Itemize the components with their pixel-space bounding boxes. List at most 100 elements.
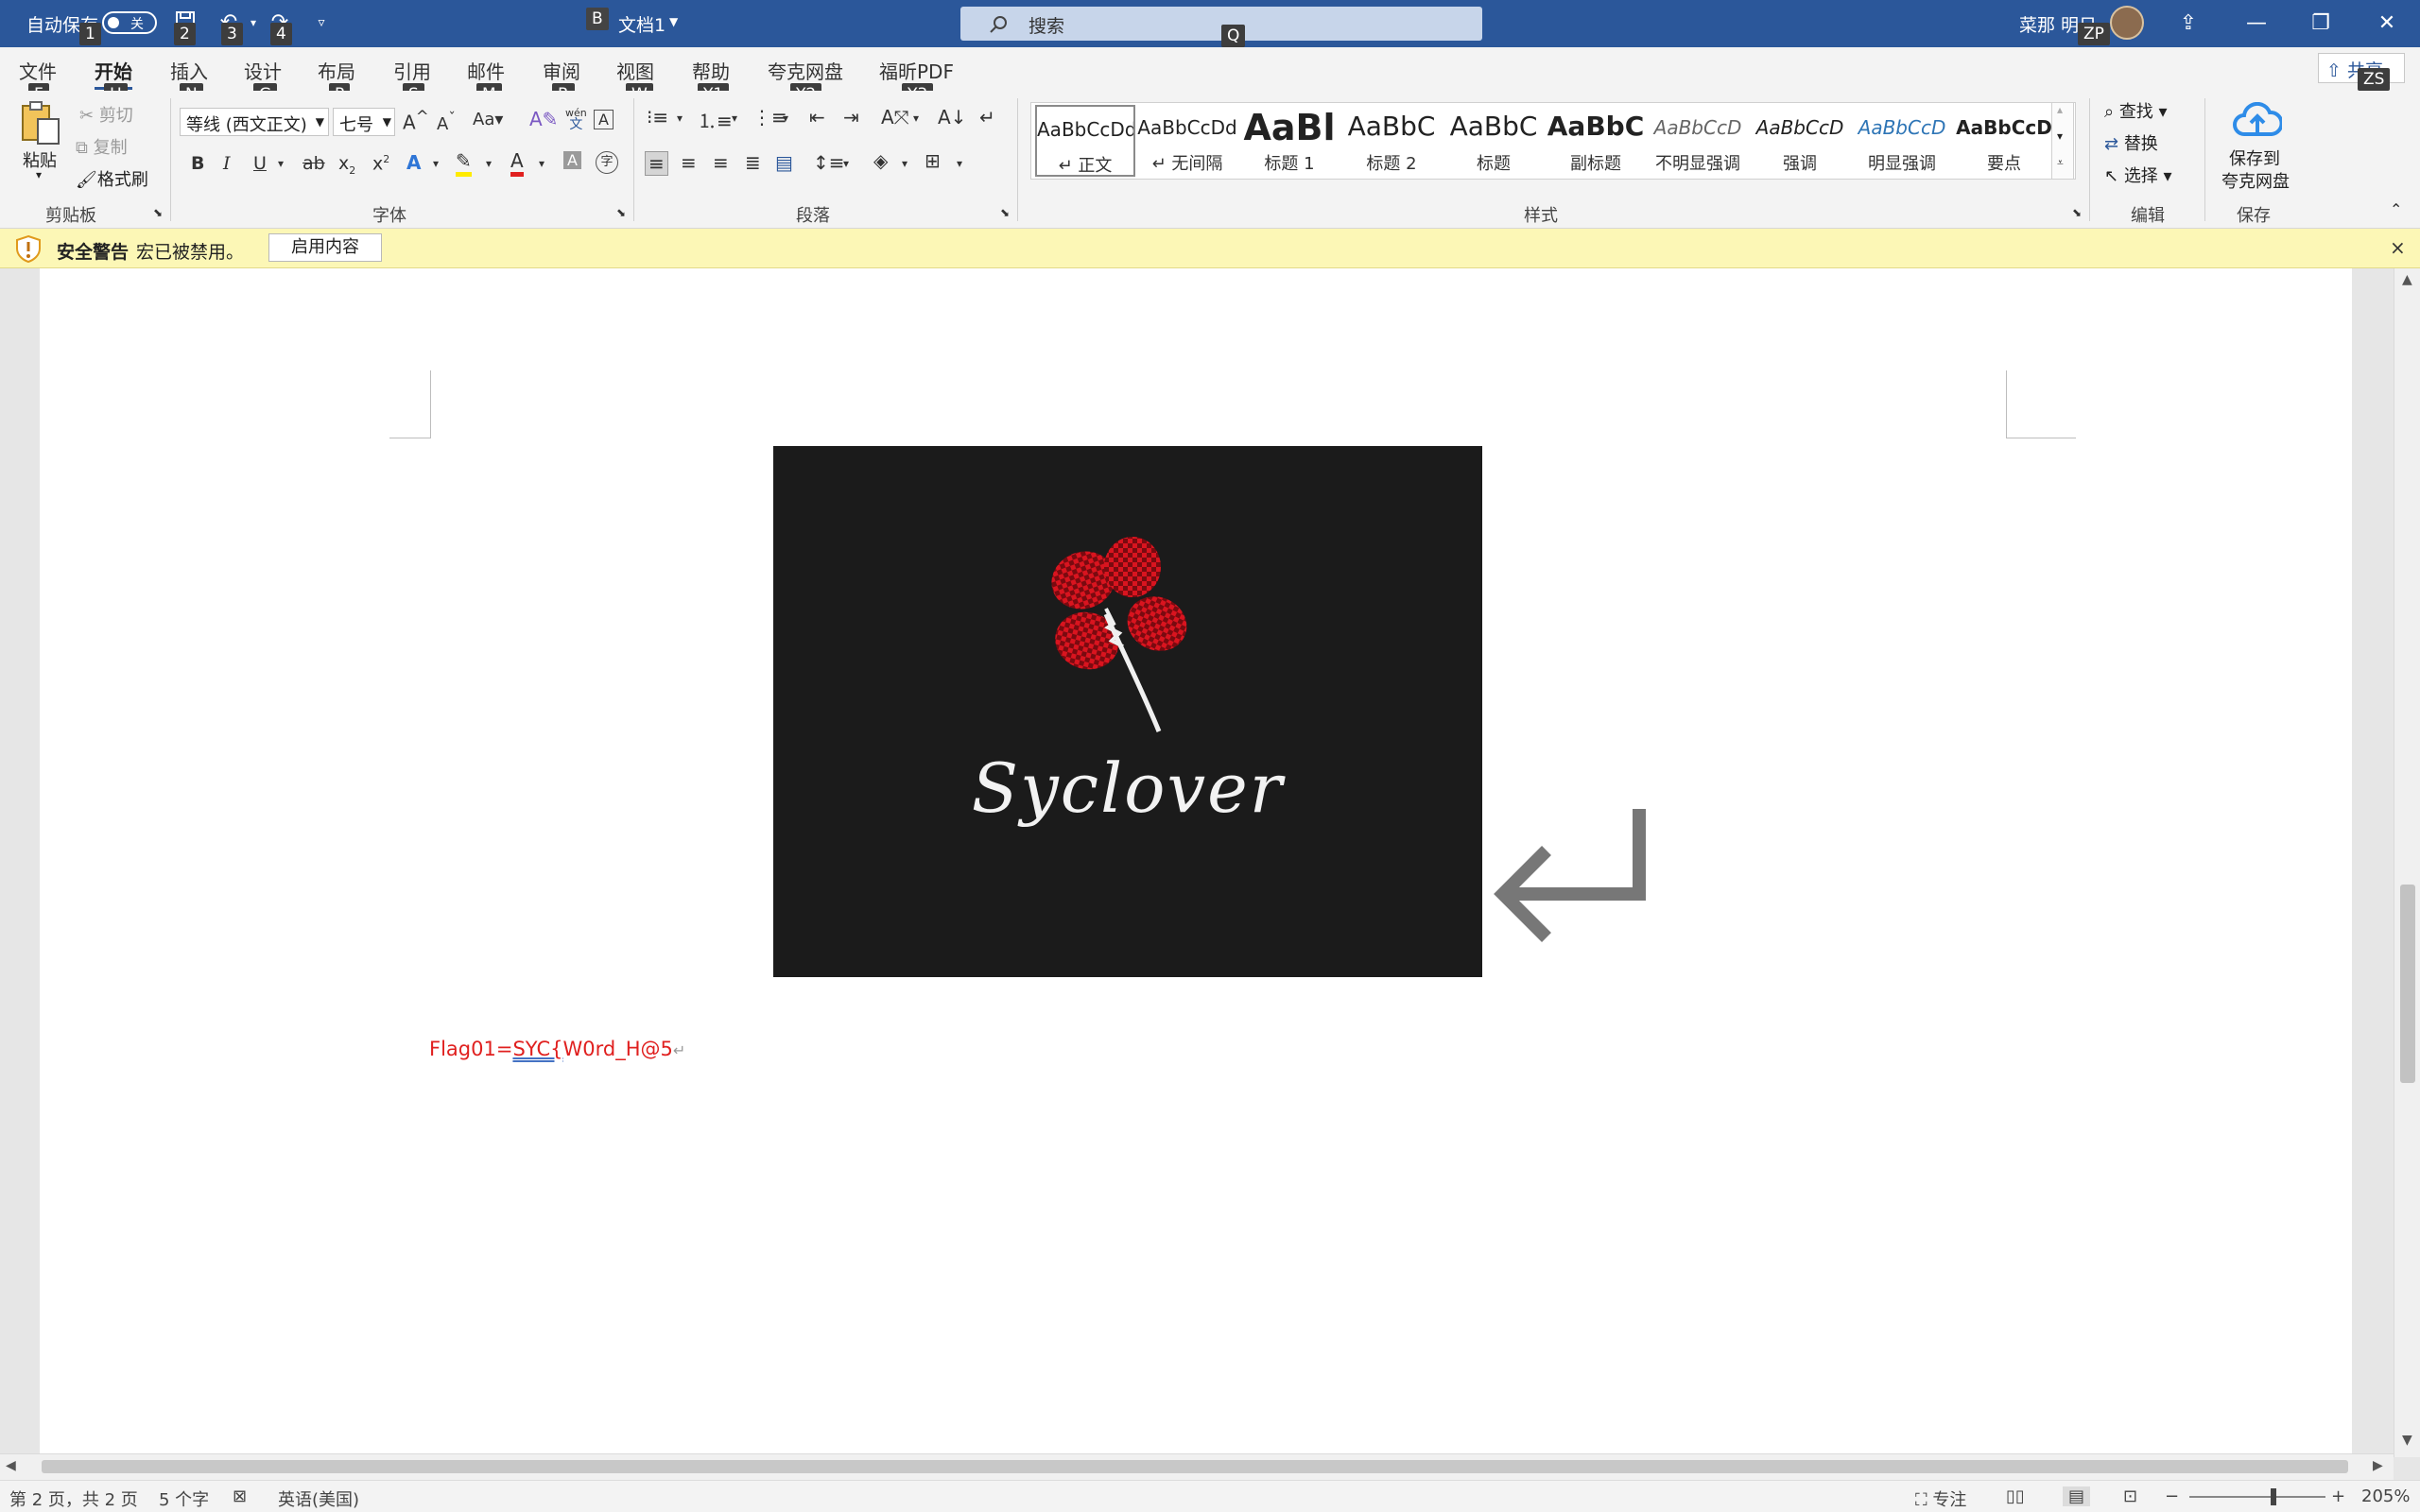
borders-dropdown-icon[interactable]: ▾ xyxy=(957,157,962,170)
bullets-dropdown-icon[interactable]: ▾ xyxy=(677,112,683,125)
italic-icon[interactable]: I xyxy=(223,153,231,174)
shading-icon[interactable]: ◈ xyxy=(873,149,888,172)
style-emphasis[interactable]: AaBbCcD 强调 xyxy=(1750,105,1850,177)
zoom-level[interactable]: 205% xyxy=(2361,1486,2410,1506)
minimize-icon[interactable]: — xyxy=(2223,0,2290,47)
tab-mailings[interactable]: 邮件 xyxy=(467,57,505,84)
style-subtitle[interactable]: AaBbC 副标题 xyxy=(1546,105,1646,177)
tab-references[interactable]: 引用 xyxy=(393,57,431,84)
bold-icon[interactable]: B xyxy=(191,153,204,174)
collapse-ribbon-icon[interactable]: ⌃ xyxy=(2390,200,2402,218)
web-layout-icon[interactable]: ⊡ xyxy=(2123,1486,2137,1506)
borders-icon[interactable]: ⊞ xyxy=(925,149,941,172)
font-size-combo[interactable]: 七号 ▼ xyxy=(333,108,395,136)
paste-icon[interactable] xyxy=(19,100,62,147)
text-effects-icon[interactable]: A xyxy=(406,151,421,174)
shading-dropdown-icon[interactable]: ▾ xyxy=(902,157,908,170)
syclover-logo-image[interactable]: Syclover xyxy=(773,446,1482,977)
font-color-icon[interactable]: A xyxy=(510,149,524,177)
avatar[interactable] xyxy=(2110,6,2144,40)
scroll-right-icon[interactable]: ▶ xyxy=(2373,1458,2383,1473)
page-count[interactable]: 第 2 页，共 2 页 xyxy=(9,1486,138,1511)
clipboard-launcher-icon[interactable]: ⬊ xyxy=(153,206,163,219)
style-strong[interactable]: AaBbCcD 要点 xyxy=(1954,105,2054,177)
replace-button[interactable]: ⇄ 替换 xyxy=(2104,130,2158,155)
document-page[interactable]: Syclover Flag01=SYC{W0rd_H@5↵ xyxy=(40,268,2352,1457)
font-name-combo[interactable]: 等线 (西文正文) ▼ xyxy=(180,108,329,136)
line-spacing-dropdown-icon[interactable]: ▾ xyxy=(843,157,849,170)
character-border-icon[interactable]: A xyxy=(594,110,614,129)
underline-dropdown-icon[interactable]: ▾ xyxy=(278,157,284,170)
undo-dropdown-icon[interactable]: ▾ xyxy=(240,9,267,36)
restore-icon[interactable]: ❐ xyxy=(2288,0,2354,47)
align-left-icon[interactable]: ≡ xyxy=(645,151,668,176)
styles-scroll-up-icon[interactable]: ▴ xyxy=(2057,103,2063,116)
customize-qat-icon[interactable]: ▿ xyxy=(308,9,335,36)
enclose-characters-icon[interactable]: 字 xyxy=(596,151,618,174)
increase-indent-icon[interactable]: ⇥ xyxy=(843,106,859,129)
vertical-scrollbar[interactable]: ▲ ▼ xyxy=(2394,268,2420,1457)
multilevel-dropdown-icon[interactable]: ▾ xyxy=(783,112,788,125)
show-marks-icon[interactable]: ↵ xyxy=(979,106,995,129)
find-button[interactable]: ⌕ 查找 ▾ xyxy=(2104,98,2168,123)
print-layout-icon[interactable]: ▤ xyxy=(2063,1486,2091,1506)
font-launcher-icon[interactable]: ⬊ xyxy=(616,206,626,219)
save-to-cloud-line2[interactable]: 夸克网盘 xyxy=(2221,168,2290,193)
autosave-toggle[interactable]: 关 xyxy=(102,11,157,34)
change-case-button[interactable]: Aa▾ xyxy=(473,110,503,129)
clear-formatting-icon[interactable]: A✎ xyxy=(529,108,558,130)
focus-mode-button[interactable]: ⛶ 专注 xyxy=(1915,1486,1966,1511)
phonetic-guide-icon[interactable]: wén 文 xyxy=(565,108,587,132)
justify-icon[interactable]: ≣ xyxy=(745,151,761,174)
flag-paragraph[interactable]: Flag01=SYC{W0rd_H@5↵ xyxy=(429,1038,685,1060)
decrease-indent-icon[interactable]: ⇤ xyxy=(809,106,825,129)
scroll-up-icon[interactable]: ▲ xyxy=(2402,272,2412,287)
tab-review[interactable]: 审阅 xyxy=(543,57,580,84)
tab-file[interactable]: 文件 xyxy=(19,57,57,84)
shrink-font-icon[interactable]: Aˇ xyxy=(437,110,456,134)
cut-button[interactable]: ✂ 剪切 xyxy=(79,102,133,127)
tab-foxit-pdf[interactable]: 福昕PDF xyxy=(879,57,954,84)
scroll-left-icon[interactable]: ◀ xyxy=(6,1458,16,1473)
align-center-icon[interactable]: ≡ xyxy=(681,151,697,174)
style-title[interactable]: AaBbC 标题 xyxy=(1443,105,1544,177)
ribbon-display-options-icon[interactable]: ⇪ xyxy=(2155,0,2221,47)
align-right-icon[interactable]: ≡ xyxy=(713,151,729,174)
zoom-out-icon[interactable]: − xyxy=(2165,1486,2179,1506)
format-painter-button[interactable]: 🖌格式刷 xyxy=(76,166,148,191)
read-mode-icon[interactable]: ▯▯ xyxy=(2006,1486,2025,1506)
highlight-dropdown-icon[interactable]: ▾ xyxy=(486,157,492,170)
horizontal-scrollbar[interactable]: ◀ ▶ xyxy=(0,1453,2394,1480)
numbering-icon[interactable]: ⒈≡ xyxy=(698,106,733,133)
word-count[interactable]: 5 个字 xyxy=(159,1486,209,1511)
underline-icon[interactable]: U xyxy=(253,153,267,174)
strikethrough-icon[interactable]: ab xyxy=(302,153,325,174)
styles-scroll-down-icon[interactable]: ▾ xyxy=(2057,129,2063,143)
tab-design[interactable]: 设计 xyxy=(244,57,282,84)
tab-help[interactable]: 帮助 xyxy=(692,57,730,84)
language[interactable]: 英语(美国) xyxy=(278,1486,359,1511)
style-heading-1[interactable]: AaBl 标题 1 xyxy=(1239,105,1340,177)
enable-content-button[interactable]: 启用内容 xyxy=(268,233,382,262)
styles-more-icon[interactable]: ⩡ xyxy=(2057,156,2064,170)
save-to-cloud-line1[interactable]: 保存到 xyxy=(2229,146,2280,170)
zoom-in-icon[interactable]: + xyxy=(2331,1486,2345,1506)
document-title[interactable]: 文档1 xyxy=(618,11,666,37)
chinese-layout-icon[interactable]: A⤧ xyxy=(881,106,909,129)
vertical-scroll-thumb[interactable] xyxy=(2400,885,2415,1083)
superscript-icon[interactable]: x2 xyxy=(372,153,389,174)
character-shading-icon[interactable]: A xyxy=(563,151,581,169)
horizontal-scroll-thumb[interactable] xyxy=(42,1460,2348,1473)
close-warning-icon[interactable]: × xyxy=(2390,236,2406,259)
bullets-icon[interactable]: ⁝≡ xyxy=(647,106,668,129)
style-heading-2[interactable]: AaBbC 标题 2 xyxy=(1341,105,1442,177)
grow-font-icon[interactable]: A^ xyxy=(403,108,429,134)
select-button[interactable]: ↖ 选择 ▾ xyxy=(2104,163,2172,187)
scroll-down-icon[interactable]: ▼ xyxy=(2402,1433,2412,1448)
style-no-spacing[interactable]: AaBbCcDd ↵ 无间隔 xyxy=(1137,105,1237,177)
paste-dropdown-icon[interactable]: ▾ xyxy=(36,168,42,181)
line-spacing-icon[interactable]: ↕≡ xyxy=(813,151,845,174)
styles-launcher-icon[interactable]: ⬊ xyxy=(2072,206,2082,219)
highlight-icon[interactable]: ✎ xyxy=(456,149,472,177)
subscript-icon[interactable]: x2 xyxy=(338,153,355,177)
